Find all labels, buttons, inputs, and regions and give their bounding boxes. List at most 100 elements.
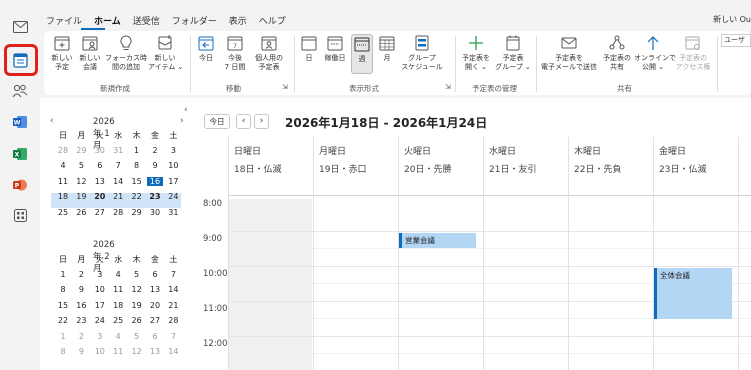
people-icon[interactable] bbox=[11, 82, 29, 100]
mini-day-cell[interactable]: 3 bbox=[92, 270, 108, 279]
mini-day-cell[interactable]: 28 bbox=[55, 146, 71, 155]
mini-day-cell[interactable]: 18 bbox=[110, 301, 126, 310]
month-view-button[interactable]: 月 bbox=[376, 34, 398, 63]
day-column-monday[interactable]: 月曜日 19日・赤口 bbox=[313, 137, 398, 370]
mini-day-cell[interactable]: 6 bbox=[147, 332, 163, 341]
mini-day-cell[interactable]: 17 bbox=[92, 301, 108, 310]
mini-day-cell[interactable]: 21 bbox=[110, 192, 126, 201]
collapse-pane-chevron-icon[interactable]: ‹ bbox=[184, 105, 188, 115]
mini-day-cell[interactable]: 27 bbox=[147, 316, 163, 325]
event-sales-meeting[interactable]: 営業会議 bbox=[399, 233, 476, 248]
mini-next-month-icon[interactable]: › bbox=[180, 116, 184, 126]
mini-day-cell[interactable]: 20 bbox=[92, 192, 108, 201]
mini-day-cell[interactable]: 22 bbox=[129, 192, 145, 201]
mini-day-cell[interactable]: 1 bbox=[129, 146, 145, 155]
mini-day-cell[interactable]: 4 bbox=[110, 332, 126, 341]
mini-day-cell[interactable]: 25 bbox=[110, 316, 126, 325]
add-focus-time-button[interactable]: フォーカス時 間の追加 bbox=[105, 34, 147, 72]
mini-day-cell[interactable]: 11 bbox=[55, 177, 71, 186]
mini-day-cell[interactable]: 30 bbox=[92, 146, 108, 155]
mini-day-cell[interactable]: 7 bbox=[165, 332, 181, 341]
personal-calendar-button[interactable]: 個人用の 予定表 bbox=[252, 34, 286, 72]
mini-day-cell[interactable]: 14 bbox=[110, 177, 126, 186]
today-button[interactable]: 今日 bbox=[204, 114, 230, 129]
mini-day-cell[interactable]: 31 bbox=[110, 146, 126, 155]
next-week-button[interactable]: › bbox=[254, 114, 269, 129]
day-column-sunday[interactable]: 日曜日 18日・仏滅 bbox=[228, 137, 313, 370]
mini-day-cell[interactable]: 13 bbox=[147, 285, 163, 294]
mini-day-cell[interactable]: 10 bbox=[165, 161, 181, 170]
mini-day-cell[interactable]: 16 bbox=[147, 176, 163, 186]
mini-day-cell[interactable]: 23 bbox=[147, 192, 163, 201]
mini-day-cell[interactable]: 21 bbox=[165, 301, 181, 310]
new-meeting-button[interactable]: 新しい 会議 bbox=[76, 34, 104, 72]
mini-day-cell[interactable]: 8 bbox=[55, 347, 71, 356]
mini-day-cell[interactable]: 5 bbox=[129, 332, 145, 341]
day-view-button[interactable]: 日 bbox=[298, 34, 320, 63]
new-items-button[interactable]: 新しい アイテム ⌄ bbox=[148, 34, 183, 72]
mini-day-cell[interactable]: 30 bbox=[147, 208, 163, 217]
day-column-friday[interactable]: 金曜日 23日・仏滅 bbox=[653, 137, 738, 370]
day-column-saturday-partial[interactable] bbox=[738, 137, 751, 370]
mini-day-cell[interactable]: 25 bbox=[55, 208, 71, 217]
mini-day-cell[interactable]: 4 bbox=[55, 161, 71, 170]
mini-day-cell[interactable]: 23 bbox=[73, 316, 89, 325]
apps-icon[interactable] bbox=[11, 206, 29, 224]
mini-day-cell[interactable]: 31 bbox=[165, 208, 181, 217]
mini-day-cell[interactable]: 5 bbox=[73, 161, 89, 170]
mini-day-cell[interactable]: 15 bbox=[55, 301, 71, 310]
mail-icon[interactable] bbox=[11, 18, 29, 36]
mini-day-cell[interactable]: 14 bbox=[165, 347, 181, 356]
mini-day-cell[interactable]: 11 bbox=[110, 347, 126, 356]
mini-day-cell[interactable]: 29 bbox=[129, 208, 145, 217]
mini-day-cell[interactable]: 6 bbox=[147, 270, 163, 279]
week-view-button[interactable]: 週 bbox=[351, 34, 373, 74]
mini-day-cell[interactable]: 16 bbox=[73, 301, 89, 310]
menu-view[interactable]: 表示 bbox=[223, 12, 253, 30]
mini-day-cell[interactable]: 13 bbox=[147, 347, 163, 356]
mini-day-cell[interactable]: 12 bbox=[129, 285, 145, 294]
day-column-thursday[interactable]: 木曜日 22日・先負 bbox=[568, 137, 653, 370]
mini-day-cell[interactable]: 29 bbox=[73, 146, 89, 155]
mini-day-cell[interactable]: 26 bbox=[73, 208, 89, 217]
mini-day-cell[interactable]: 17 bbox=[165, 177, 181, 186]
menu-send-receive[interactable]: 送受信 bbox=[127, 12, 166, 30]
mini-day-cell[interactable]: 12 bbox=[129, 347, 145, 356]
mini-day-cell[interactable]: 2 bbox=[73, 270, 89, 279]
mini-day-cell[interactable]: 10 bbox=[92, 347, 108, 356]
mini-day-cell[interactable]: 8 bbox=[55, 285, 71, 294]
new-appointment-button[interactable]: 新しい 予定 bbox=[48, 34, 76, 72]
work-week-view-button[interactable]: 稼働日 bbox=[321, 34, 349, 63]
mini-day-cell[interactable]: 14 bbox=[165, 285, 181, 294]
mini-day-cell[interactable]: 15 bbox=[129, 177, 145, 186]
word-app-icon[interactable]: W bbox=[11, 113, 29, 131]
open-calendar-button[interactable]: 予定表を 開く ⌄ bbox=[458, 34, 494, 72]
mini-day-cell[interactable]: 1 bbox=[55, 270, 71, 279]
mini-day-cell[interactable]: 20 bbox=[147, 301, 163, 310]
next-7-days-button[interactable]: 7 今後 7 日間 bbox=[220, 34, 250, 72]
menu-folder[interactable]: フォルダー bbox=[166, 12, 223, 30]
mini-day-cell[interactable]: 22 bbox=[55, 316, 71, 325]
publish-online-button[interactable]: オンラインで 公開 ⌄ bbox=[634, 34, 676, 72]
mini-day-cell[interactable]: 18 bbox=[55, 192, 71, 201]
mini-day-cell[interactable]: 13 bbox=[92, 177, 108, 186]
mini-day-cell[interactable]: 1 bbox=[55, 332, 71, 341]
mini-day-cell[interactable]: 5 bbox=[129, 270, 145, 279]
mini-prev-month-icon[interactable]: ‹ bbox=[50, 116, 54, 126]
mini-day-cell[interactable]: 3 bbox=[92, 332, 108, 341]
mini-day-cell[interactable]: 11 bbox=[110, 285, 126, 294]
powerpoint-app-icon[interactable]: P bbox=[11, 176, 29, 194]
dialog-launcher-icon[interactable]: ⇲ bbox=[445, 83, 451, 91]
excel-app-icon[interactable]: X bbox=[11, 145, 29, 163]
mini-day-cell[interactable]: 28 bbox=[110, 208, 126, 217]
mini-day-cell[interactable]: 7 bbox=[110, 161, 126, 170]
calendar-permissions-button[interactable]: 予定表の アクセス権 bbox=[674, 34, 712, 72]
group-schedule-button[interactable]: グループ スケジュール bbox=[401, 34, 443, 72]
calendar-icon[interactable] bbox=[11, 51, 29, 69]
day-column-tuesday[interactable]: 火曜日 20日・先勝 bbox=[398, 137, 483, 370]
event-all-hands-meeting[interactable]: 全体会議 bbox=[654, 268, 732, 319]
share-calendar-button[interactable]: 予定表の 共有 bbox=[602, 34, 632, 72]
mini-day-cell[interactable]: 24 bbox=[165, 192, 181, 201]
mini-day-cell[interactable]: 6 bbox=[92, 161, 108, 170]
mini-day-cell[interactable]: 19 bbox=[129, 301, 145, 310]
